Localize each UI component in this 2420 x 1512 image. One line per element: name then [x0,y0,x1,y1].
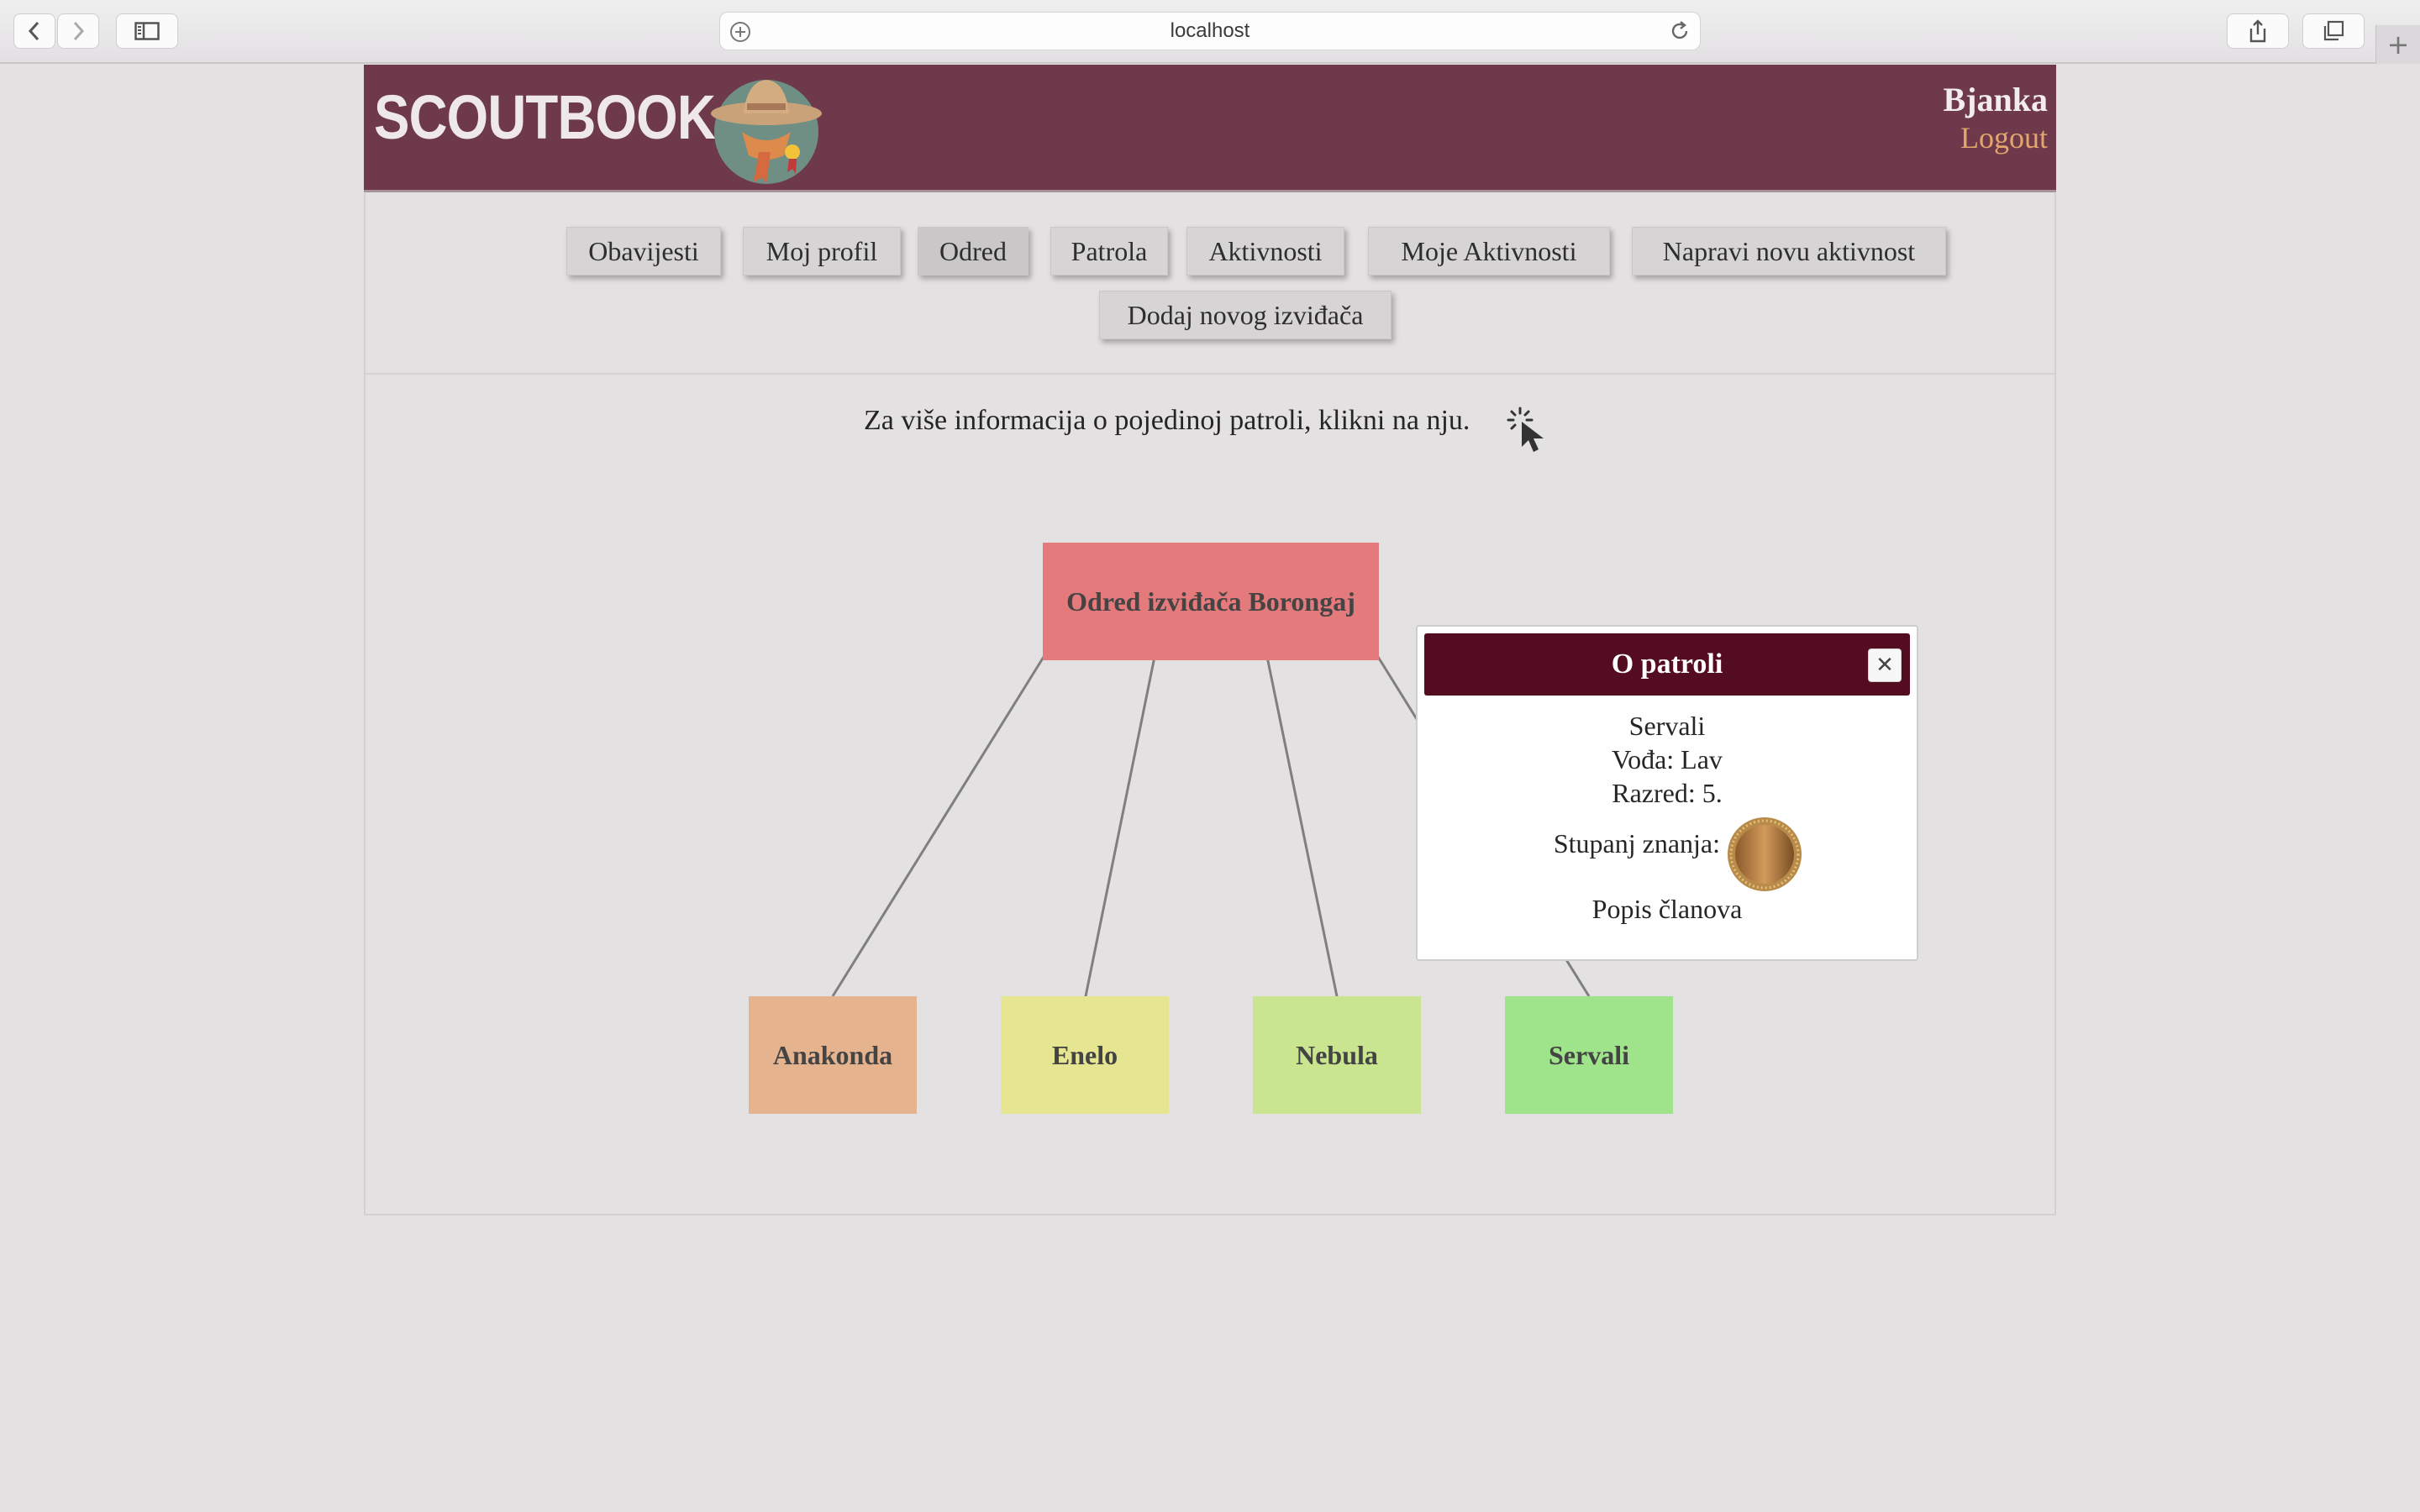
nav-moj-profil[interactable]: Moj profil [743,227,901,276]
browser-toolbar: localhost + [0,0,2420,64]
brand-title[interactable]: SCOUTBOOK [374,81,716,153]
tabs-overview-button[interactable] [2302,13,2365,49]
nav-moje-aktivnosti[interactable]: Moje Aktivnosti [1368,227,1610,276]
patrol-name: Servali [1628,711,1706,741]
patrol-node-servali[interactable]: Servali [1505,996,1673,1114]
popup-title: O patroli [1611,648,1723,680]
odred-node[interactable]: Odred izviđača Borongaj [1043,543,1379,660]
tabs-icon [2323,20,2344,41]
share-button[interactable] [2227,13,2289,49]
nav-dodaj-novog-izvidaca[interactable]: Dodaj novog izviđača [1099,291,1392,339]
nav-obavijesti[interactable]: Obavijesti [566,227,721,276]
patrol-leader: Vođa: Lav [1612,744,1723,774]
url-text: localhost [1170,19,1250,42]
nav-odred[interactable]: Odred [918,227,1028,276]
members-list-link[interactable]: Popis članova [1418,894,1917,925]
nav-napravi-novu-aktivnost[interactable]: Napravi novu aktivnost [1632,227,1946,276]
patrol-node-enelo[interactable]: Enelo [1001,996,1169,1114]
reload-icon[interactable] [1668,19,1691,43]
patrol-grade: Razred: 5. [1612,778,1723,808]
new-tab-button[interactable]: + [2375,25,2420,64]
main-navigation: Obavijesti Moj profil Odred Patrola Akti… [364,193,2056,375]
site-header: SCOUTBOOK Bjanka Logout [364,65,2056,192]
popup-header: O patroli ✕ [1424,633,1910,696]
address-bar[interactable]: localhost [719,12,1701,50]
patrol-info-popup: O patroli ✕ Servali Vođa: Lav Razred: 5.… [1416,625,1918,961]
share-icon [2249,19,2266,43]
knowledge-level-label: Stupanj znanja: [1553,828,1720,858]
scout-logo-icon [711,80,822,184]
nav-aktivnosti[interactable]: Aktivnosti [1186,227,1344,276]
sidebar-toggle-button[interactable] [116,13,178,49]
sidebar-icon [134,22,160,40]
patrol-node-anakonda[interactable]: Anakonda [749,996,917,1114]
patrol-node-nebula[interactable]: Nebula [1253,996,1421,1114]
back-button[interactable] [13,13,55,49]
logout-link[interactable]: Logout [1960,120,2048,155]
plus-icon: + [2386,29,2410,60]
user-name[interactable]: Bjanka [1944,80,2049,119]
close-button[interactable]: ✕ [1868,648,1902,682]
chevron-left-icon [28,21,39,41]
chevron-right-icon [73,21,85,41]
forward-button[interactable] [57,13,99,49]
nav-patrola[interactable]: Patrola [1050,227,1168,276]
close-icon: ✕ [1876,653,1894,678]
bronze-medal-icon [1728,817,1802,891]
